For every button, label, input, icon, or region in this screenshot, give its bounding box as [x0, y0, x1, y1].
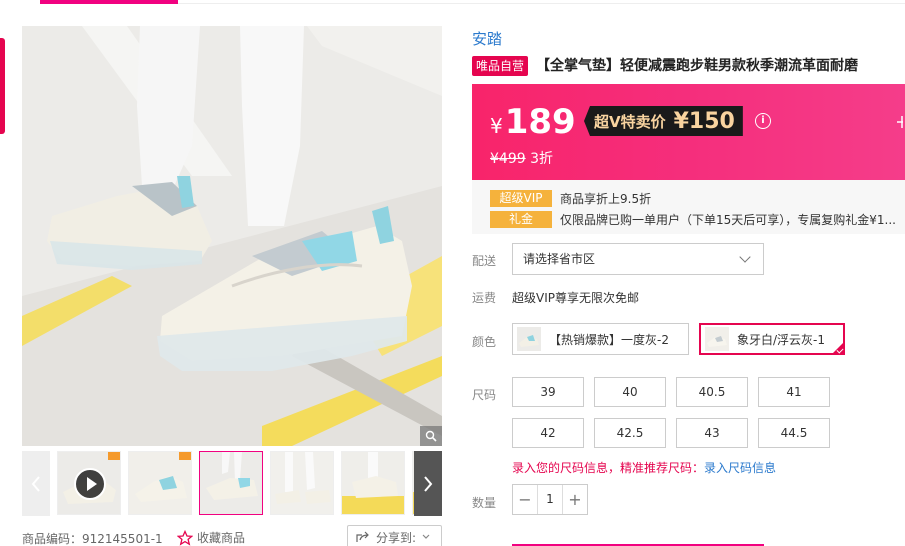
- size-option-40-5[interactable]: 40.5: [676, 377, 748, 407]
- freight-label: 运费: [472, 291, 497, 305]
- side-tab[interactable]: [0, 38, 5, 134]
- perk-gift: 礼金 仅限品牌已购一单用户（下单15天后可享），专属复购礼金¥1...: [490, 211, 896, 228]
- freight-text: 超级VIP尊享无限次免邮: [512, 291, 639, 305]
- price-panel: ¥ 189 超V特卖价 ¥150 i ¥499 3折: [472, 84, 905, 180]
- share-label: 分享到:: [376, 530, 417, 545]
- nav-divider: [178, 3, 905, 4]
- size-option-39[interactable]: 39: [512, 377, 584, 407]
- size-option-42[interactable]: 42: [512, 418, 584, 448]
- size-option-44-5[interactable]: 44.5: [758, 418, 830, 448]
- perk-tag: 超级VIP: [490, 190, 552, 207]
- plus-icon: [897, 116, 903, 128]
- self-operated-badge: 唯品自营: [472, 56, 528, 76]
- product-title: 【全掌气垫】轻便减震跑步鞋男款秋季潮流革面耐磨: [536, 58, 858, 74]
- perks-panel: 超级VIP 商品享折上9.5折 礼金 仅限品牌已购一单用户（下单15天后可享），…: [472, 180, 905, 234]
- nav-active-indicator: [40, 0, 178, 4]
- thumbnail-5[interactable]: [341, 451, 405, 515]
- chevron-down-icon: [739, 251, 751, 263]
- original-price: ¥499 3折: [490, 148, 553, 168]
- perk-tag: 礼金: [490, 211, 552, 228]
- info-icon[interactable]: i: [755, 113, 771, 129]
- discount-label: 3折: [530, 151, 554, 167]
- zoom-icon[interactable]: [420, 426, 442, 446]
- chevron-left-icon: [31, 475, 40, 492]
- quantity-value[interactable]: 1: [537, 485, 563, 514]
- thumbnail-strip: [22, 451, 442, 516]
- size-label: 尺码: [472, 388, 497, 402]
- play-icon[interactable]: [74, 468, 106, 500]
- color-option-label: 象牙白/浮云灰-1: [737, 332, 826, 347]
- original-price-value: ¥499: [490, 151, 526, 167]
- perk-svip: 超级VIP 商品享折上9.5折: [490, 190, 651, 207]
- caret-down-icon: [422, 534, 430, 539]
- thumbnail-4[interactable]: [270, 451, 334, 515]
- color-option-2[interactable]: 象牙白/浮云灰-1: [699, 323, 845, 355]
- thumbnail-3[interactable]: [199, 451, 263, 515]
- size-option-40[interactable]: 40: [594, 377, 666, 407]
- color-swatch: [705, 327, 729, 351]
- thumb-next-button[interactable]: [414, 451, 442, 516]
- size-option-43[interactable]: 43: [676, 418, 748, 448]
- favorite-label: 收藏商品: [197, 531, 246, 545]
- color-label: 颜色: [472, 335, 497, 349]
- current-price: ¥ 189: [490, 102, 576, 142]
- region-select[interactable]: 请选择省市区: [512, 243, 764, 275]
- product-meta-row: 商品编码：912145501-1 收藏商品 分享到:: [22, 525, 442, 546]
- share-button[interactable]: 分享到:: [347, 525, 442, 546]
- main-product-image[interactable]: [22, 26, 442, 446]
- star-icon: [177, 529, 193, 546]
- quantity-increase-button[interactable]: +: [563, 485, 587, 514]
- svip-price: ¥150: [673, 108, 735, 134]
- delivery-label: 配送: [472, 254, 497, 268]
- size-info-text: 录入您的尺码信息，精准推荐尺码：: [512, 461, 705, 475]
- currency-symbol: ¥: [490, 114, 503, 138]
- brand-link[interactable]: 安踏: [472, 28, 502, 49]
- region-select-placeholder: 请选择省市区: [523, 252, 596, 266]
- thumb-prev-button[interactable]: [22, 451, 50, 516]
- perk-text: 仅限品牌已购一单用户（下单15天后可享），专属复购礼金¥1...: [560, 213, 896, 227]
- size-option-42-5[interactable]: 42.5: [594, 418, 666, 448]
- chevron-right-icon: [424, 475, 433, 492]
- share-icon: [356, 531, 369, 542]
- svip-price-tag: 超V特卖价 ¥150: [584, 106, 743, 136]
- color-swatch: [517, 327, 541, 351]
- favorite-button[interactable]: 收藏商品: [177, 529, 245, 546]
- color-option-label: 【热销爆款】一度灰-2: [549, 332, 669, 347]
- quantity-stepper: − 1 +: [512, 484, 588, 515]
- thumbnail-video[interactable]: [57, 451, 121, 515]
- product-code: 商品编码：912145501-1: [22, 532, 163, 546]
- current-price-value: 189: [504, 102, 576, 142]
- size-info-link[interactable]: 录入尺码信息: [704, 461, 776, 475]
- check-icon: [831, 341, 845, 355]
- size-info: 录入您的尺码信息，精准推荐尺码：录入尺码信息: [512, 459, 776, 476]
- thumbnail-2[interactable]: [128, 451, 192, 515]
- quantity-decrease-button[interactable]: −: [513, 485, 537, 514]
- color-option-1[interactable]: 【热销爆款】一度灰-2: [512, 323, 689, 355]
- quantity-label: 数量: [472, 496, 497, 510]
- perk-text: 商品享折上9.5折: [560, 192, 652, 206]
- size-option-41[interactable]: 41: [758, 377, 830, 407]
- svip-label: 超V特卖价: [594, 112, 666, 131]
